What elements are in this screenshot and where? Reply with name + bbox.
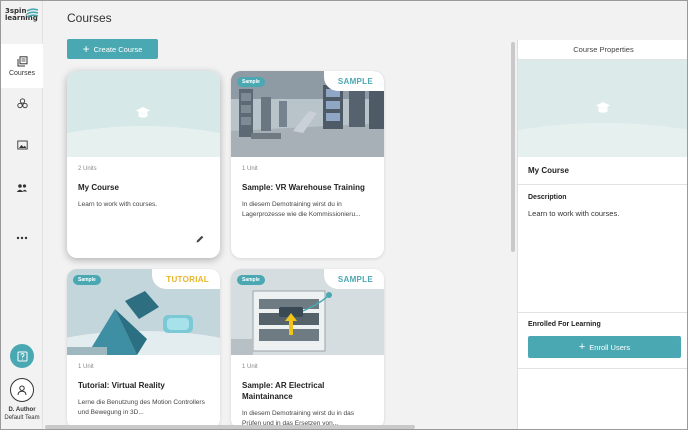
sample-chip: Sample	[73, 275, 101, 285]
enroll-users-label: Enroll Users	[589, 342, 631, 352]
course-placeholder-image	[518, 102, 687, 157]
card-units: 2 Units	[78, 166, 97, 172]
tutorial-ribbon: TUTORIAL	[152, 269, 220, 289]
sidebar-item-courses[interactable]: Courses	[1, 51, 43, 81]
course-thumbnail	[67, 71, 220, 157]
course-thumbnail: Sample TUTORIAL	[67, 269, 220, 355]
courses-icon	[17, 55, 27, 66]
page-title: Courses	[67, 11, 112, 25]
course-card-ar-electrical[interactable]: Sample SAMPLE 1 Unit Sample: AR Electric…	[231, 269, 384, 429]
user-avatar-button[interactable]	[10, 378, 34, 402]
course-card-my-course[interactable]: 2 Units My Course Learn to work with cou…	[67, 71, 220, 258]
description-text: Learn to work with courses.	[528, 209, 620, 218]
sidebar-item-label: Courses	[8, 69, 36, 77]
vertical-scrollbar[interactable]	[511, 42, 515, 252]
panel-header: Course Properties	[518, 40, 687, 60]
user-icon	[17, 385, 27, 396]
plus-icon: +	[82, 42, 90, 56]
users-icon	[16, 184, 28, 192]
description-title: Description	[528, 194, 567, 201]
card-units: 1 Unit	[242, 364, 258, 370]
enrollment-section: Enrolled For Learning + Enroll Users	[518, 313, 687, 369]
card-title: My Course	[78, 183, 119, 192]
logo-mark-icon	[26, 8, 39, 18]
card-description: Learn to work with courses.	[78, 201, 158, 208]
enroll-users-button[interactable]: + Enroll Users	[528, 336, 681, 358]
panel-course-thumbnail	[518, 60, 687, 157]
sidebar-item-more[interactable]	[1, 223, 43, 253]
course-card-tutorial-vr[interactable]: Sample TUTORIAL 1 Unit Tutorial: Virtual…	[67, 269, 220, 429]
horizontal-scrollbar[interactable]	[45, 425, 415, 429]
course-properties-panel: Course Properties My Course Description …	[517, 40, 687, 429]
card-units: 1 Unit	[78, 364, 94, 370]
modules-icon	[16, 97, 28, 108]
sample-ribbon: SAMPLE	[323, 71, 384, 91]
user-name: D. Author	[8, 407, 36, 413]
create-course-button[interactable]: + Create Course	[67, 39, 158, 59]
sample-ribbon: SAMPLE	[323, 269, 384, 289]
course-thumbnail: Sample SAMPLE	[231, 71, 384, 157]
enrollment-title: Enrolled For Learning	[528, 321, 601, 328]
sidebar-item-modules[interactable]	[1, 88, 43, 118]
more-icon	[16, 236, 28, 240]
card-title: Tutorial: Virtual Reality	[78, 381, 165, 390]
course-thumbnail: Sample SAMPLE	[231, 269, 384, 355]
panel-course-name: My Course	[518, 157, 687, 185]
description-section: Description Learn to work with courses.	[518, 185, 687, 313]
sample-chip: Sample	[237, 275, 265, 285]
sample-chip: Sample	[237, 77, 265, 87]
help-icon	[17, 351, 27, 361]
sidebar: 3spin learning Courses D. Author Default…	[1, 1, 43, 429]
user-team: Default Team	[4, 415, 40, 421]
sidebar-item-users[interactable]	[1, 173, 43, 203]
app-logo: 3spin learning	[5, 8, 39, 30]
media-icon	[16, 140, 28, 150]
create-course-label: Create Course	[93, 44, 143, 54]
card-description: Lerne die Benutzung des Motion Controlle…	[78, 399, 205, 416]
app-window: 3spin learning Courses D. Author Default…	[0, 0, 688, 430]
card-units: 1 Unit	[242, 166, 258, 172]
plus-icon: +	[578, 341, 586, 353]
card-title: Sample: AR Electrical Maintainance	[242, 381, 325, 401]
course-card-vr-warehouse[interactable]: Sample SAMPLE 1 Unit Sample: VR Warehous…	[231, 71, 384, 258]
help-button[interactable]	[10, 344, 34, 368]
card-description: In diesem Demotraining wirst du in Lager…	[242, 201, 361, 218]
edit-pencil-icon[interactable]	[195, 234, 205, 244]
sidebar-item-media[interactable]	[1, 130, 43, 160]
course-placeholder-image	[67, 107, 220, 157]
card-title: Sample: VR Warehouse Training	[242, 183, 365, 192]
